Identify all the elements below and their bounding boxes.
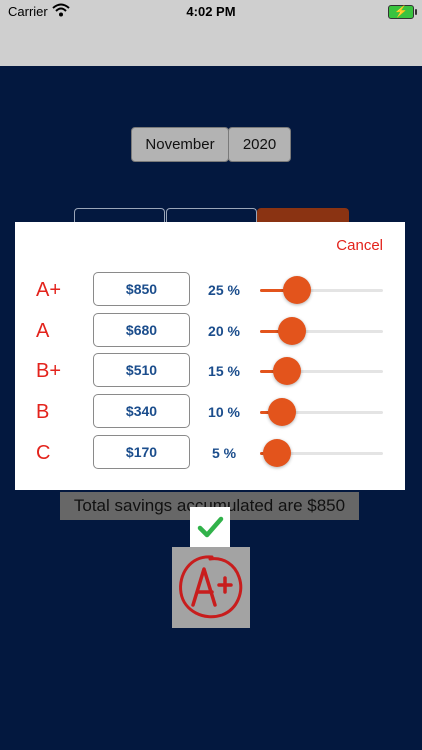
grade-label: C [36, 442, 51, 464]
status-bar: Carrier 4:02 PM ⚡ [0, 0, 422, 22]
year-picker[interactable]: 2020 [228, 127, 291, 162]
percent-label: 15 % [208, 363, 240, 379]
percent-slider[interactable] [260, 439, 383, 467]
grade-row: B $340 10 % [15, 392, 405, 432]
grade-row: A $680 20 % [15, 311, 405, 351]
navigation-bar [0, 22, 422, 67]
checkmark-icon[interactable] [190, 507, 230, 547]
grade-row: A+ $850 25 % [15, 270, 405, 310]
battery-icon: ⚡ [388, 5, 417, 19]
cancel-button[interactable]: Cancel [336, 237, 383, 254]
grade-row: C $170 5 % [15, 433, 405, 473]
percent-slider[interactable] [260, 398, 383, 426]
percent-label: 5 % [211, 445, 237, 461]
a-plus-grade-icon [172, 547, 250, 628]
percent-slider[interactable] [260, 317, 383, 345]
month-picker[interactable]: November [131, 127, 229, 162]
slider-thumb[interactable] [268, 398, 297, 426]
percent-slider[interactable] [260, 357, 383, 385]
bolt-icon: ⚡ [394, 6, 408, 18]
percent-label: 10 % [208, 404, 240, 420]
grade-label: A+ [36, 279, 62, 301]
grade-label: B [36, 401, 50, 423]
slider-thumb[interactable] [282, 276, 311, 304]
grade-row: B+ $510 15 % [15, 351, 405, 391]
grade-label: A [36, 320, 50, 342]
amount-field[interactable]: $680 [93, 313, 190, 347]
grade-savings-modal: Cancel A+ $850 25 % A $680 20 % B+ $510 … [15, 222, 405, 490]
percent-slider[interactable] [260, 276, 383, 304]
amount-field[interactable]: $340 [93, 394, 190, 428]
percent-label: 20 % [208, 323, 240, 339]
status-time: 4:02 PM [186, 4, 236, 19]
grade-label: B+ [36, 360, 62, 382]
percent-label: 25 % [208, 282, 240, 298]
amount-field[interactable]: $850 [93, 272, 190, 306]
amount-field[interactable]: $510 [93, 353, 190, 387]
slider-thumb[interactable] [273, 357, 302, 385]
amount-field[interactable]: $170 [93, 435, 190, 469]
slider-thumb[interactable] [277, 317, 306, 345]
slider-thumb[interactable] [263, 439, 292, 467]
